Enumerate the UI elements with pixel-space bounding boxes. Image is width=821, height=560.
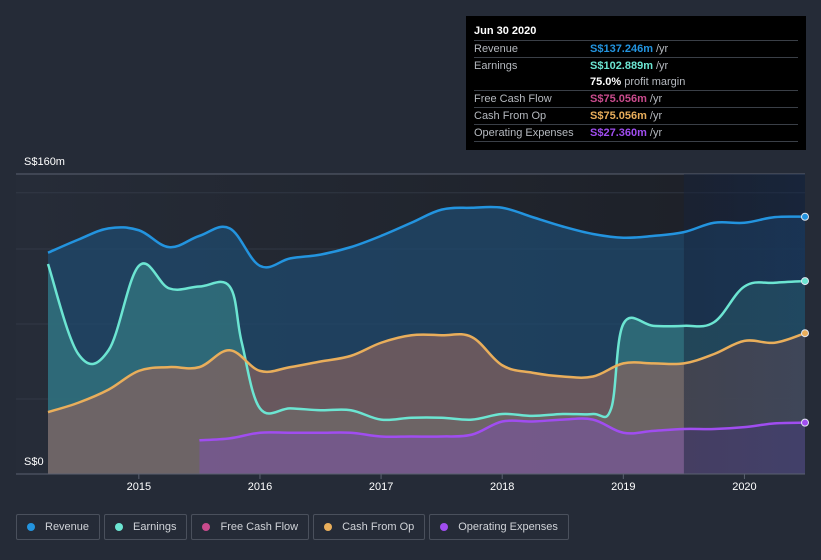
tooltip-row-unit: /yr [649,93,663,105]
tooltip-row-label: Free Cash Flow [474,93,552,105]
data-tooltip: Jun 30 2020 Revenue S$137.246m/yr Earnings… [466,16,806,150]
tooltip-row-label [474,74,590,90]
tooltip-row-value: S$75.056m [590,110,647,122]
x-tick-label: 2020 [732,481,757,493]
legend-item-revenue[interactable]: Revenue [16,514,101,540]
x-tick-label: 2017 [368,481,394,493]
tooltip-row-value: S$27.360m [590,127,647,139]
x-tick-label: 2016 [247,481,273,493]
legend-label: Cash From Op [342,521,415,533]
legend-label: Earnings [133,521,177,533]
legend-item-earnings[interactable]: Earnings [104,514,188,540]
tooltip-row-unit: /yr [649,110,663,122]
x-tick-label: 2015 [126,481,152,493]
tooltip-row: Cash From Op S$75.056m/yr [474,108,798,125]
tooltip-row: Free Cash Flow S$75.056m/yr [474,91,798,108]
tooltip-row-unit: /yr [656,43,669,55]
legend-item-free-cash-flow[interactable]: Free Cash Flow [191,514,310,540]
legend-label: Free Cash Flow [220,521,299,533]
tooltip-row-value: 75.0% [590,76,622,88]
tooltip-row-label: Cash From Op [474,110,547,122]
tooltip-row-value: S$137.246m [590,43,653,55]
tooltip-row: Revenue S$137.246m/yr [474,41,798,58]
chart-legend: Revenue Earnings Free Cash Flow Cash From O… [16,514,569,540]
tooltip-date: Jun 30 2020 [474,24,798,41]
axes [16,473,805,479]
operating-expenses-endpoint[interactable] [801,418,809,427]
tooltip-row: Operating Expenses S$27.360m/yr [474,125,798,142]
legend-item-cash-from-op[interactable]: Cash From Op [313,514,426,540]
revenue-endpoint[interactable] [801,212,809,221]
tooltip-row: 75.0% profit margin [474,74,798,91]
legend-dot-icon [202,523,211,531]
tooltip-row-unit: /yr [649,127,663,139]
legend-dot-icon [324,523,333,531]
tooltip-row-label: Earnings [474,60,518,72]
x-tick-label: 2019 [611,481,636,493]
tooltip-rows: Revenue S$137.246m/yr Earnings S$102.889m/y… [474,41,798,142]
tooltip-row-unit: /yr [656,60,669,72]
y-tick-label-min: S$0 [24,456,44,468]
legend-label: Operating Expenses [458,521,558,533]
tooltip-row-value: S$102.889m [590,60,653,72]
legend-dot-icon [115,523,124,531]
earnings-endpoint[interactable] [801,277,809,286]
tooltip-row-unit: profit margin [624,76,686,88]
x-tick-label: 2018 [489,481,515,493]
legend-dot-icon [440,523,449,531]
tooltip-row-label: Revenue [474,43,519,55]
tooltip-row-label: Operating Expenses [474,127,574,139]
cash-from-op-endpoint[interactable] [801,329,809,338]
legend-label: Revenue [45,521,90,533]
y-tick-label-max: S$160m [24,156,65,168]
legend-item-operating-expenses[interactable]: Operating Expenses [429,514,569,540]
tooltip-row: Earnings S$102.889m/yr [474,58,798,74]
legend-dot-icon [27,523,35,531]
tooltip-row-value: S$75.056m [590,93,647,105]
